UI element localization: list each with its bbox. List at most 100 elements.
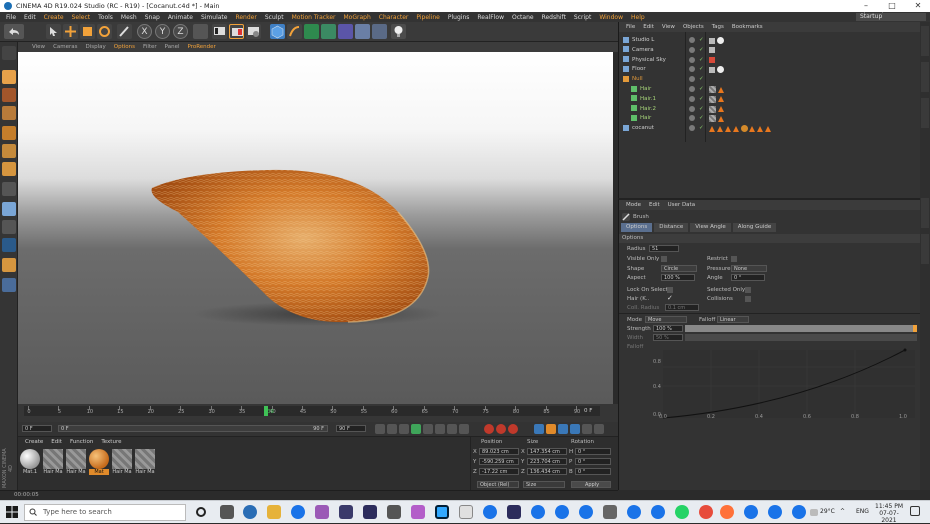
object-row[interactable]: Null ✓ [623,74,917,84]
preview-range-slider[interactable]: 0 F 90 F [58,425,328,432]
workplane-icon[interactable] [2,106,16,120]
hair-tool-icon[interactable] [2,258,16,272]
hair-tag-icon[interactable] [718,96,724,103]
app-icon-gray[interactable] [387,505,401,519]
chrome-icon-6[interactable] [627,505,641,519]
visibility-dot-icon[interactable] [689,76,695,83]
attribute-menu-item[interactable]: Mode [622,202,645,208]
material-menu-item[interactable]: Texture [97,439,125,445]
attributes-tab[interactable] [921,198,929,228]
mode-select[interactable]: Move [645,316,687,323]
after-effects-icon-2[interactable] [507,505,521,519]
cloner-icon[interactable] [321,24,336,39]
enable-check-icon[interactable]: ✓ [699,55,704,65]
y-axis-lock-button[interactable]: Y [155,24,170,39]
photoshop-icon[interactable] [435,505,449,519]
whatsapp-icon[interactable] [675,505,689,519]
subdivision-icon[interactable] [304,24,319,39]
menu-item[interactable]: MoGraph [340,14,375,21]
pen-spline-icon[interactable] [287,24,302,39]
make-editable-icon[interactable] [2,46,16,60]
menu-item[interactable]: RealFlow [473,14,508,21]
app-icon-dark[interactable] [603,505,617,519]
collisions-checkbox[interactable] [745,296,751,302]
camera-icon[interactable] [372,24,387,39]
visibility-dot-icon[interactable] [689,115,695,122]
radius-field[interactable]: 51 [649,245,679,252]
pressure-select[interactable]: None [731,265,767,272]
chrome-icon-8[interactable] [744,505,758,519]
tag-icon[interactable] [709,47,715,54]
polygons-mode-icon[interactable] [2,162,16,176]
menu-item[interactable]: Window [595,14,627,21]
axis-mode-icon[interactable] [2,182,16,196]
clock[interactable]: 11:45 PM 07-07-2021 [874,503,904,524]
coord-rotation-field[interactable]: 0 ° [575,448,611,455]
key-scale-icon[interactable] [546,424,556,434]
shape-select[interactable]: Circle [661,265,697,272]
after-effects-icon[interactable] [363,505,377,519]
visibility-dot-icon[interactable] [689,105,695,112]
takes-tab[interactable] [921,62,929,92]
minimize-button[interactable]: – [854,0,878,12]
max-frame-field[interactable]: 90 F [336,425,366,432]
strength-field[interactable]: 100 % [653,325,683,332]
width-field[interactable]: 50 % [653,334,683,341]
attribute-tab[interactable]: Along Guide [732,223,777,232]
timeline-menu-icon[interactable] [594,424,604,434]
strength-handle[interactable] [913,325,917,332]
cortana-icon[interactable] [196,507,206,517]
enable-axis-icon[interactable] [2,220,16,234]
key-parameter-icon[interactable] [570,424,580,434]
object-row[interactable]: Hair ✓ [623,113,917,123]
attribute-menu-item[interactable]: User Data [664,202,699,208]
menu-item[interactable]: Plugins [444,14,474,21]
app-icon-violet[interactable] [411,505,425,519]
visibility-dot-icon[interactable] [689,66,695,73]
goto-end-icon[interactable] [447,424,457,434]
attribute-tab[interactable]: View Angle [690,223,731,232]
chrome-icon-3[interactable] [531,505,545,519]
menu-item[interactable]: Character [375,14,413,21]
coord-size-field[interactable]: 147.354 cm [527,448,567,455]
coord-size-field[interactable]: 136.434 cm [527,468,567,475]
cinema4d-taskbar-icon[interactable] [243,505,257,519]
hair-tag-icon[interactable] [717,125,723,132]
solo-icon[interactable] [2,238,16,252]
points-mode-icon[interactable] [2,126,16,140]
z-axis-lock-button[interactable]: Z [173,24,188,39]
app-icon-purple[interactable] [315,505,329,519]
menu-item[interactable]: Mesh [117,14,141,21]
enable-check-icon[interactable]: ✓ [699,94,704,104]
object-row[interactable]: Hair ✓ [623,84,917,94]
hair-material-tag-icon[interactable] [709,105,716,113]
menu-item[interactable]: File [2,14,20,21]
hair-material-tag-icon[interactable] [709,95,716,103]
object-row[interactable]: Hair.1 ✓ [623,94,917,104]
visibility-dot-icon[interactable] [689,56,695,63]
menu-item[interactable]: Tools [94,14,117,21]
visibility-dot-icon[interactable] [689,37,695,43]
viewport-menu-item[interactable]: Filter [139,44,161,50]
timeline-ticks[interactable]: 0 5 10 15 20 25 30 35 40 45 50 55 60 65 70 75 80 85 90 39 [24,406,600,416]
viewport[interactable] [18,52,613,404]
object-menu-item[interactable]: Tags [708,24,728,30]
chrome-icon-2[interactable] [483,505,497,519]
tag-icon[interactable] [709,37,715,44]
material-swatch[interactable]: Hair Ma [43,449,63,487]
close-button[interactable]: ✕ [906,0,930,12]
coord-position-field[interactable]: -590.259 cm [479,458,519,465]
deformer-icon[interactable] [338,24,353,39]
prev-frame-icon[interactable] [399,424,409,434]
next-key-icon[interactable] [435,424,445,434]
timeline-ruler[interactable]: 0 5 10 15 20 25 30 35 40 45 50 55 60 65 70 75 80 85 90 39 0… [18,404,618,422]
texture-mode-icon[interactable] [2,88,16,102]
object-menu-item[interactable]: Objects [679,24,708,30]
object-row[interactable]: Floor ✓ [623,64,917,74]
hair-tag-icon[interactable] [718,86,724,93]
taskbar-search-input[interactable]: Type here to search [24,504,186,521]
edges-mode-icon[interactable] [2,144,16,158]
coll-radius-field[interactable]: 0.1 cm [665,304,699,311]
coord-position-field[interactable]: -17.22 cm [479,468,519,475]
language-indicator[interactable]: ENG [856,508,869,515]
